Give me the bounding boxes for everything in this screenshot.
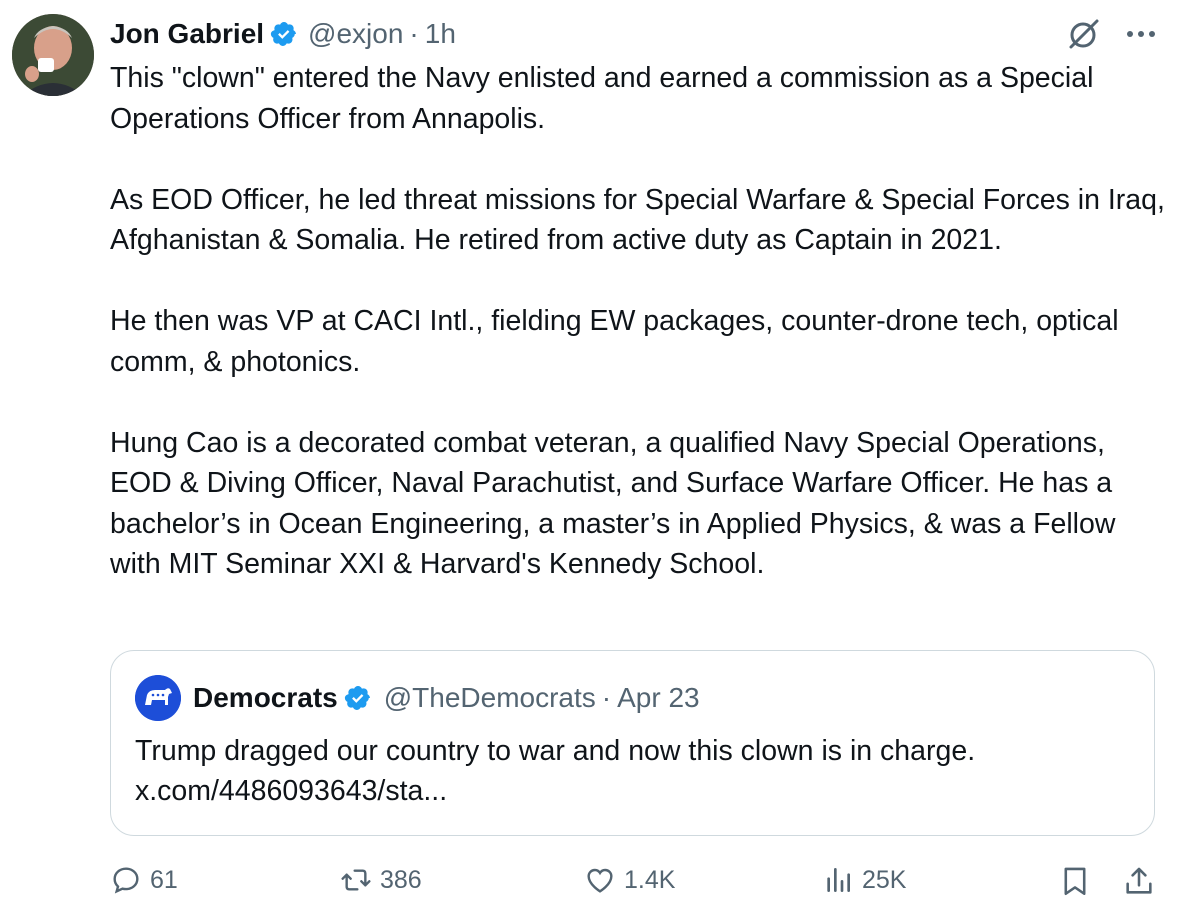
tweet-paragraph: He then was VP at CACI Intl., fielding E… [110,305,1119,378]
quoted-header: Democrats @TheDemocrats · Apr 23 [193,677,700,719]
reply-count: 61 [150,865,178,894]
repost-count: 386 [380,865,422,894]
quoted-tweet[interactable]: Democrats @TheDemocrats · Apr 23 Trump d… [110,650,1155,836]
quoted-text: Trump dragged our country to war and now… [135,731,1125,811]
tweet-paragraph: Hung Cao is a decorated combat veteran, … [110,426,1116,581]
quoted-display-name: Democrats [193,682,338,713]
quoted-text-line: Trump dragged our country to war and now… [135,735,976,767]
quoted-handle: @TheDemocrats [383,682,596,713]
views-button[interactable]: 25K [822,864,906,896]
more-options-icon[interactable] [1124,24,1158,44]
action-bar: 61 386 1.4K 25K [0,862,1200,902]
tweet-paragraph: This "clown" entered the Navy enlisted a… [110,62,1094,135]
views-count: 25K [862,865,907,894]
repost-button[interactable]: 386 [340,864,422,896]
grok-icon[interactable] [1064,16,1102,54]
author-display-name[interactable]: Jon Gabriel [110,18,264,50]
reply-button[interactable]: 61 [110,864,178,896]
quoted-link[interactable]: x.com/4486093643/sta... [135,771,1125,811]
repost-icon [341,869,371,891]
tweet-header: Jon Gabriel @exjon · 1h [110,14,456,54]
header-separator: · [409,18,419,49]
like-count: 1.4K [624,865,676,894]
author-avatar[interactable] [12,14,94,96]
tweet: Jon Gabriel @exjon · 1h This "clown" ent… [0,0,1200,902]
quoted-separator: · [601,682,612,713]
heart-icon [587,868,613,893]
bookmark-icon[interactable] [1058,864,1092,898]
tweet-body: This "clown" entered the Navy enlisted a… [110,58,1170,625]
analytics-icon [827,868,850,892]
author-handle[interactable]: @exjon [308,18,403,50]
quoted-avatar[interactable] [135,675,181,721]
like-button[interactable]: 1.4K [584,864,675,896]
verified-badge-icon [344,684,372,712]
quoted-date: Apr 23 [617,682,700,713]
reply-icon [113,867,139,894]
tweet-paragraph: As EOD Officer, he led threat missions f… [110,183,1165,257]
share-icon[interactable] [1122,864,1156,898]
tweet-timestamp[interactable]: 1h [425,18,456,50]
verified-badge-icon [270,20,298,48]
